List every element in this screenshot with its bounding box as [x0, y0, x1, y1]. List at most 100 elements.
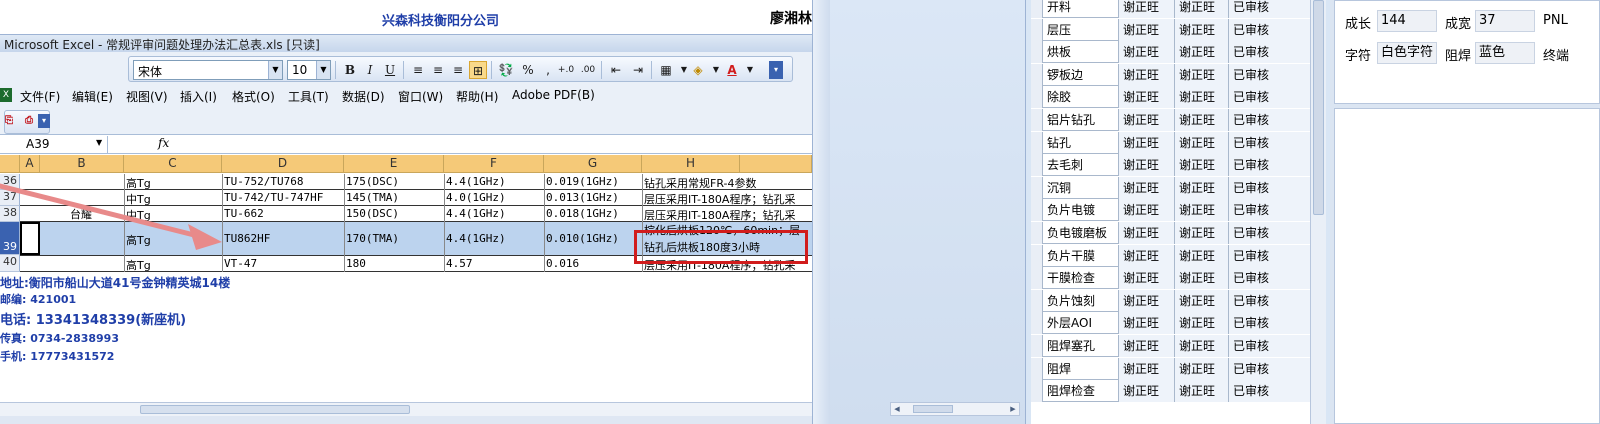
underline-button[interactable]: U: [381, 61, 399, 79]
align-left-icon[interactable]: ≡: [409, 61, 427, 79]
row-selector[interactable]: [1031, 86, 1043, 108]
cell-e39[interactable]: 170(TMA): [346, 232, 399, 245]
column-header-f[interactable]: F: [444, 155, 544, 173]
currency-icon[interactable]: 💱: [497, 61, 515, 79]
cell-g39[interactable]: 0.010(1GHz): [546, 232, 619, 245]
column-header-d[interactable]: D: [222, 155, 344, 173]
row-selector[interactable]: [1031, 154, 1043, 176]
row-selector[interactable]: [1031, 41, 1043, 63]
column-header-e[interactable]: E: [344, 155, 444, 173]
font-name-select[interactable]: 宋体 ▼: [133, 60, 283, 80]
row-selector[interactable]: [1031, 267, 1043, 289]
process-row[interactable]: 烘板 谢正旺 谢正旺 已审核: [1031, 41, 1315, 63]
row-selector[interactable]: [1031, 177, 1043, 199]
cell-h36[interactable]: 钻孔采用常规FR-4参数: [644, 175, 812, 191]
align-right-icon[interactable]: ≡: [449, 61, 467, 79]
menu-help[interactable]: 帮助(H): [456, 88, 498, 105]
process-row[interactable]: 层压 谢正旺 谢正旺 已审核: [1031, 19, 1315, 41]
cell-h38[interactable]: 层压采用IT-180A程序；钻孔采: [644, 207, 812, 223]
process-row[interactable]: 阻焊塞孔 谢正旺 谢正旺 已审核: [1031, 335, 1315, 357]
cell-e40[interactable]: 180: [346, 257, 366, 270]
horizontal-scrollbar[interactable]: [0, 402, 830, 416]
process-row[interactable]: 开料 谢正旺 谢正旺 已审核: [1031, 0, 1315, 18]
cell-e36[interactable]: 175(DSC): [346, 175, 399, 188]
align-center-icon[interactable]: ≡: [429, 61, 447, 79]
row-selector[interactable]: [1031, 312, 1043, 334]
process-row[interactable]: 负片蚀刻 谢正旺 谢正旺 已审核: [1031, 290, 1315, 312]
cell-e38[interactable]: 150(DSC): [346, 207, 399, 220]
row-selector[interactable]: [1031, 19, 1043, 41]
process-row[interactable]: 去毛刺 谢正旺 谢正旺 已审核: [1031, 154, 1315, 176]
process-row[interactable]: 负片电镀 谢正旺 谢正旺 已审核: [1031, 199, 1315, 221]
excel-titlebar[interactable]: Microsoft Excel - 常规评审问题处理办法汇总表.xls [只读]: [0, 34, 830, 52]
menu-edit[interactable]: 编辑(E): [72, 88, 113, 105]
function-icon[interactable]: fx: [158, 136, 169, 150]
menu-data[interactable]: 数据(D): [342, 88, 385, 105]
scrollbar-thumb[interactable]: [1313, 0, 1324, 215]
process-row[interactable]: 外层AOI 谢正旺 谢正旺 已审核: [1031, 312, 1315, 334]
pdf-convert-icon[interactable]: ⎘: [0, 112, 18, 130]
merge-center-icon[interactable]: ⊞: [469, 61, 487, 79]
cell-f36[interactable]: 4.4(1GHz): [446, 175, 506, 188]
process-row[interactable]: 干膜检查 谢正旺 谢正旺 已审核: [1031, 267, 1315, 289]
process-row[interactable]: 负电镀磨板 谢正旺 谢正旺 已审核: [1031, 222, 1315, 244]
process-row[interactable]: 铝片钻孔 谢正旺 谢正旺 已审核: [1031, 109, 1315, 131]
comma-style-button[interactable]: ,: [539, 61, 557, 79]
row-selector[interactable]: [1031, 109, 1043, 131]
process-row[interactable]: 除胶 谢正旺 谢正旺 已审核: [1031, 86, 1315, 108]
cell-f40[interactable]: 4.57: [446, 257, 473, 270]
process-row[interactable]: 阻焊 谢正旺 谢正旺 已审核: [1031, 358, 1315, 380]
font-color-button[interactable]: A: [723, 61, 741, 79]
percent-button[interactable]: %: [519, 61, 537, 79]
menu-window[interactable]: 窗口(W): [398, 88, 443, 105]
row-selector[interactable]: [1031, 358, 1043, 380]
chevron-down-icon[interactable]: ▼: [268, 61, 282, 79]
cell-g40[interactable]: 0.016: [546, 257, 579, 270]
cell-f39[interactable]: 4.4(1GHz): [446, 232, 506, 245]
toolbar-options-icon[interactable]: ▾: [38, 114, 50, 128]
menu-format[interactable]: 格式(O): [232, 88, 275, 105]
horizontal-scrollbar[interactable]: ◀ ▶: [890, 402, 1020, 416]
row-selector[interactable]: [1031, 64, 1043, 86]
row-selector[interactable]: [1031, 380, 1043, 402]
excel-app-icon[interactable]: X: [0, 88, 12, 102]
scroll-left-icon[interactable]: ◀: [891, 403, 903, 415]
pdf-email-icon[interactable]: ⎙: [20, 112, 38, 130]
chevron-down-icon[interactable]: ▼: [96, 138, 102, 147]
row-selector[interactable]: [1031, 245, 1043, 267]
row-selector[interactable]: [1031, 222, 1043, 244]
vertical-scrollbar[interactable]: [1310, 0, 1326, 424]
italic-button[interactable]: I: [361, 61, 379, 79]
chevron-down-icon[interactable]: ▼: [316, 61, 330, 79]
toolbar-options-icon[interactable]: ▾: [769, 61, 783, 79]
fill-color-icon[interactable]: ◈: [689, 61, 707, 79]
cell-h37[interactable]: 层压采用IT-180A程序；钻孔采: [644, 191, 812, 207]
menu-tools[interactable]: 工具(T): [288, 88, 329, 105]
increase-decimal-button[interactable]: +.0: [557, 61, 575, 79]
column-header-g[interactable]: G: [544, 155, 642, 173]
menu-file[interactable]: 文件(F): [20, 88, 60, 105]
process-row[interactable]: 沉铜 谢正旺 谢正旺 已审核: [1031, 177, 1315, 199]
process-row[interactable]: 钻孔 谢正旺 谢正旺 已审核: [1031, 132, 1315, 154]
decrease-decimal-button[interactable]: .00: [579, 61, 597, 79]
length-field[interactable]: 144: [1377, 10, 1437, 32]
cell-g36[interactable]: 0.019(1GHz): [546, 175, 619, 188]
decrease-indent-icon[interactable]: ⇤: [607, 61, 625, 79]
borders-icon[interactable]: ▦: [657, 61, 675, 79]
cell-g38[interactable]: 0.018(1GHz): [546, 207, 619, 220]
scrollbar-thumb[interactable]: [140, 405, 410, 414]
row-selector[interactable]: [1031, 335, 1043, 357]
scroll-right-icon[interactable]: ▶: [1007, 403, 1019, 415]
pane-splitter[interactable]: [812, 0, 830, 424]
cell-e37[interactable]: 145(TMA): [346, 191, 399, 204]
chevron-down-icon[interactable]: ▼: [741, 61, 759, 79]
menu-insert[interactable]: 插入(I): [180, 88, 217, 105]
row-selector[interactable]: [1031, 290, 1043, 312]
cell-g37[interactable]: 0.013(1GHz): [546, 191, 619, 204]
cell-f38[interactable]: 4.4(1GHz): [446, 207, 506, 220]
font-size-select[interactable]: 10 ▼: [287, 60, 331, 80]
scrollbar-thumb[interactable]: [913, 405, 953, 413]
column-header-h[interactable]: H: [642, 155, 740, 173]
name-box[interactable]: A39 ▼: [0, 136, 108, 153]
menu-view[interactable]: 视图(V): [126, 88, 168, 105]
